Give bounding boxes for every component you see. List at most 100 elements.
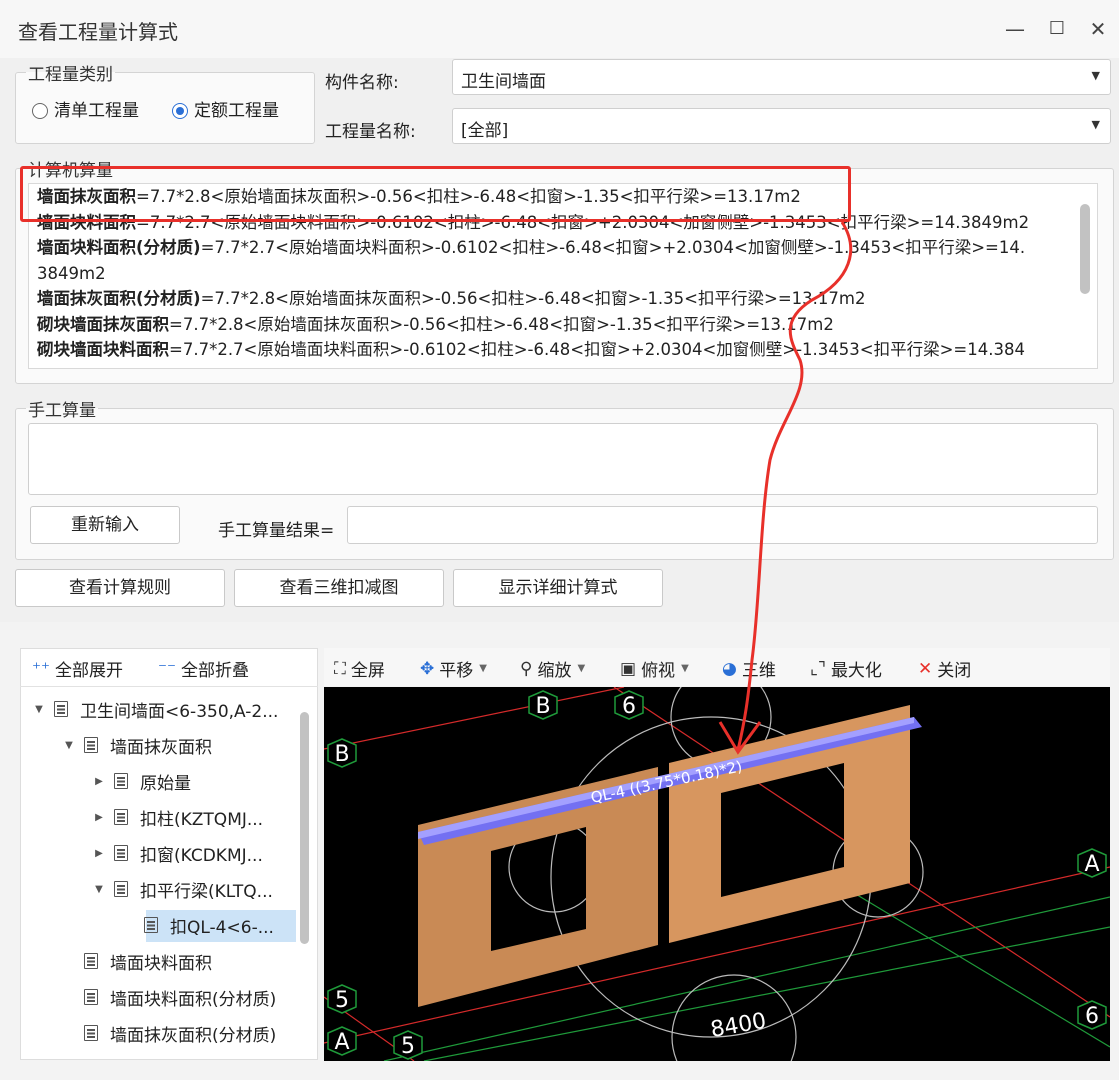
- maximize-button[interactable]: ☐: [1042, 14, 1072, 44]
- radio-quota-qty[interactable]: 定额工程量: [172, 96, 279, 121]
- window-title: 查看工程量计算式: [18, 20, 178, 44]
- maximize-label: 最大化: [830, 661, 882, 681]
- calc-scrollbar[interactable]: [1080, 204, 1090, 294]
- close-icon: ✕: [918, 658, 933, 679]
- calc-line-name: 砌块墙面抹灰面积: [37, 314, 169, 334]
- 3d-viewer[interactable]: B 6 B A 5 A 5 6 QL-4 ((3.75*0.18)*2) 840…: [324, 687, 1110, 1061]
- manual-calc-legend: 手工算量: [28, 401, 96, 421]
- tree-item[interactable]: ▼ 卫生间墙面<6-350,A-2...: [32, 694, 278, 724]
- expand-icon: ⁺⁺: [32, 658, 50, 679]
- close-view-button[interactable]: ✕ 关闭: [918, 656, 972, 682]
- radio-circle[interactable]: [32, 103, 48, 119]
- calc-line: 墙面抹灰面积(分材质)=7.7*2.8<原始墙面抹灰面积>-0.56<扣柱>-6…: [29, 286, 1097, 312]
- axis-label-a-left: A: [334, 1030, 349, 1055]
- component-label: 构件名称:: [325, 73, 399, 93]
- collapse-label: 全部折叠: [180, 661, 249, 681]
- tree-item[interactable]: ▼ 墙面抹灰面积: [62, 730, 212, 760]
- expand-all-button[interactable]: ⁺⁺ 全部展开: [32, 656, 123, 682]
- chevron-right-icon[interactable]: ▶: [92, 848, 106, 859]
- tree-divider: [20, 686, 318, 687]
- calc-line-expr: =7.7*2.7<原始墙面块料面积>-0.6102<扣柱>-6.48<扣窗>+2…: [200, 238, 1026, 257]
- radio-circle-checked[interactable]: [172, 103, 188, 119]
- view-rules-button[interactable]: 查看计算规则: [15, 569, 225, 607]
- document-icon: [84, 953, 98, 969]
- tree-item-label: 卫生间墙面<6-350,A-2...: [80, 701, 279, 722]
- tree-item-label: 墙面抹灰面积: [110, 737, 212, 758]
- tree-item[interactable]: ▼ 扣平行梁(KLTQ...: [92, 874, 273, 904]
- calc-line: 砌块墙面抹灰面积=7.7*2.8<原始墙面抹灰面积>-0.56<扣柱>-6.48…: [29, 312, 1097, 338]
- show-detail-button[interactable]: 显示详细计算式: [453, 569, 663, 607]
- zoom-button[interactable]: ⚲ 缩放 ▼: [520, 656, 586, 682]
- tree-item[interactable]: ▶ 扣窗(KCDKMJ...: [92, 838, 263, 868]
- document-icon: [114, 881, 128, 897]
- tree-item[interactable]: 墙面抹灰面积(分材质): [62, 1018, 276, 1048]
- collapse-all-button[interactable]: ⁻⁻ 全部折叠: [158, 656, 249, 682]
- axis-label-5-left: 5: [335, 988, 349, 1013]
- fullscreen-label: 全屏: [350, 661, 385, 681]
- chevron-right-icon[interactable]: ▶: [92, 776, 106, 787]
- reinput-button[interactable]: 重新输入: [30, 506, 180, 544]
- maximize-icon: ⌞⌝: [810, 658, 826, 679]
- minimize-button[interactable]: —: [1000, 14, 1030, 44]
- chevron-right-icon[interactable]: ▶: [92, 812, 106, 823]
- calc-line: 3849m2: [29, 261, 1097, 287]
- radio-bill-qty[interactable]: 清单工程量: [32, 96, 139, 121]
- calc-line-expr: 3849m2: [37, 263, 106, 283]
- axis-label-b-top: B: [535, 694, 550, 719]
- calc-line-expr: =7.7*2.7<原始墙面块料面积>-0.6102<扣柱>-6.48<扣窗>+2…: [169, 340, 1025, 359]
- 3d-label: 三维: [741, 661, 776, 681]
- chevron-down-icon[interactable]: ▼: [32, 704, 46, 715]
- qty-name-label: 工程量名称:: [325, 122, 416, 142]
- tree-item-label: 扣窗(KCDKMJ...: [140, 845, 263, 866]
- pan-label: 平移: [439, 661, 474, 681]
- document-icon: [84, 989, 98, 1005]
- fullscreen-button[interactable]: ⛶ 全屏: [334, 656, 385, 682]
- tree-item-label: 墙面抹灰面积(分材质): [110, 1025, 277, 1046]
- chevron-down-icon[interactable]: ▼: [62, 740, 76, 751]
- tree-item[interactable]: ▶ 原始量: [92, 766, 191, 796]
- chevron-down-icon: ▼: [577, 663, 586, 674]
- tree-scrollbar[interactable]: [300, 712, 309, 944]
- close-view-label: 关闭: [937, 661, 972, 681]
- tree-item-label: 扣柱(KZTQMJ...: [140, 809, 264, 830]
- calc-line: 墙面块料面积(分材质)=7.7*2.7<原始墙面块料面积>-0.6102<扣柱>…: [29, 235, 1097, 261]
- manual-calc-textarea[interactable]: [28, 423, 1098, 495]
- chevron-down-icon[interactable]: ▼: [92, 884, 106, 895]
- close-button[interactable]: ✕: [1083, 14, 1113, 44]
- calc-line-expr: =7.7*2.8<原始墙面抹灰面积>-0.56<扣柱>-6.48<扣窗>-1.3…: [200, 289, 866, 308]
- tree-item[interactable]: 扣QL-4<6-...: [122, 910, 274, 940]
- manual-result-input[interactable]: [347, 506, 1098, 544]
- document-icon: [54, 701, 68, 717]
- tree-item-label: 墙面块料面积: [110, 953, 212, 974]
- component-value: 卫生间墙面: [461, 72, 546, 92]
- tree-item[interactable]: 墙面块料面积: [62, 946, 212, 976]
- chevron-down-icon: ▼: [479, 663, 487, 674]
- axis-label-6-right: 6: [1085, 1004, 1099, 1029]
- chevron-down-icon: ▼: [681, 663, 689, 674]
- calc-line-name: 墙面块料面积(分材质): [37, 238, 201, 257]
- document-icon: [84, 737, 98, 753]
- 3d-button[interactable]: ◕ 三维: [722, 656, 776, 682]
- manual-result-label: 手工算量结果=: [218, 521, 335, 541]
- pan-icon: ✥: [420, 658, 435, 679]
- tree-item[interactable]: 墙面块料面积(分材质): [62, 982, 276, 1012]
- calc-line: 砌块墙面块料面积=7.7*2.7<原始墙面块料面积>-0.6102<扣柱>-6.…: [29, 337, 1097, 363]
- document-icon: [144, 917, 158, 933]
- tree-item[interactable]: ▶ 扣柱(KZTQMJ...: [92, 802, 263, 832]
- pan-button[interactable]: ✥ 平移 ▼: [420, 656, 487, 682]
- radio-label: 定额工程量: [194, 101, 279, 121]
- zoom-label: 缩放: [537, 661, 572, 681]
- top-view-button[interactable]: ▣ 俯视 ▼: [620, 656, 689, 682]
- maximize-view-button[interactable]: ⌞⌝ 最大化: [810, 656, 882, 682]
- highlight-box: [20, 166, 851, 222]
- chevron-down-icon: ▼: [1091, 118, 1100, 131]
- fullscreen-icon: ⛶: [334, 658, 346, 679]
- tree-item-label: 原始量: [140, 773, 191, 794]
- axis-label-b-left: B: [334, 742, 349, 767]
- component-select[interactable]: 卫生间墙面 ▼: [452, 59, 1111, 95]
- axis-label-a-right: A: [1084, 852, 1099, 877]
- qty-type-legend: 工程量类别: [28, 65, 113, 85]
- view-3d-button[interactable]: 查看三维扣减图: [234, 569, 444, 607]
- qty-name-select[interactable]: [全部] ▼: [452, 108, 1111, 144]
- document-icon: [84, 1025, 98, 1041]
